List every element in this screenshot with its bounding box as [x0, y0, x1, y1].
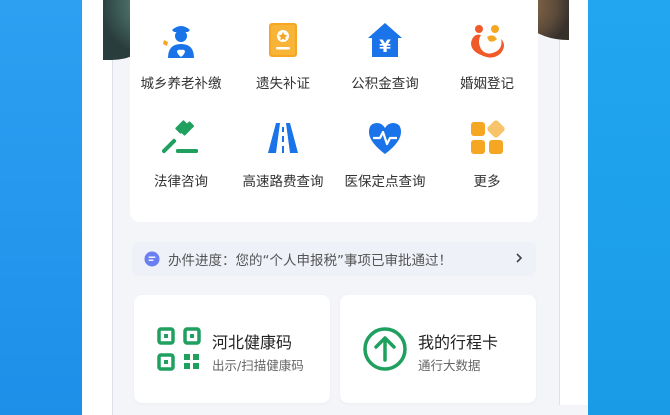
health-code-card[interactable]: 河北健康码 出示/扫描健康码 — [134, 295, 330, 403]
service-highway-toll[interactable]: 高速路费查询 — [232, 118, 334, 190]
service-housing-fund[interactable]: ¥ 公积金查询 — [334, 20, 436, 92]
marriage-registration-icon — [467, 20, 507, 60]
card-title: 河北健康码 — [212, 333, 293, 352]
service-medical-insurance[interactable]: 医保定点查询 — [334, 118, 436, 190]
arrow-up-circle-icon — [363, 327, 407, 371]
notice-text: 办件进度：您的“个人申报税”事项已审批通过！ — [168, 253, 452, 269]
housing-fund-icon: ¥ — [365, 20, 405, 60]
service-legal-consultation[interactable]: 法律咨询 — [130, 118, 232, 190]
services-card: 城乡养老补缴 遗失补证 ¥ 公积金查询 婚姻登记 法律咨询 高速路费查询 医保定… — [130, 0, 538, 222]
bottom-strip — [143, 405, 588, 415]
service-lost-certificate[interactable]: 遗失补证 — [232, 20, 334, 92]
phone-frame: 城乡养老补缴 遗失补证 ¥ 公积金查询 婚姻登记 法律咨询 高速路费查询 医保定… — [82, 0, 588, 415]
qr-code-icon — [157, 327, 201, 371]
legal-gavel-icon — [161, 118, 201, 158]
services-grid: 城乡养老补缴 遗失补证 ¥ 公积金查询 婚姻登记 法律咨询 高速路费查询 医保定… — [130, 20, 538, 190]
service-label: 法律咨询 — [154, 174, 208, 190]
service-marriage-registration[interactable]: 婚姻登记 — [436, 20, 538, 92]
card-title: 我的行程卡 — [418, 333, 499, 352]
message-icon — [144, 251, 160, 267]
lost-certificate-icon — [263, 20, 303, 60]
service-label: 遗失补证 — [256, 76, 310, 92]
service-elderly-pension[interactable]: 城乡养老补缴 — [130, 20, 232, 92]
service-label: 公积金查询 — [351, 76, 419, 92]
travel-card[interactable]: 我的行程卡 通行大数据 — [340, 295, 536, 403]
background-right — [588, 0, 670, 415]
medical-heart-icon — [365, 118, 405, 158]
card-subtitle: 出示/扫描健康码 — [212, 358, 304, 373]
service-label: 更多 — [473, 174, 501, 190]
service-more[interactable]: 更多 — [436, 118, 538, 190]
service-label: 高速路费查询 — [242, 174, 324, 190]
elderly-care-icon — [161, 20, 201, 60]
svg-text:¥: ¥ — [379, 37, 391, 57]
service-label: 医保定点查询 — [344, 174, 426, 190]
chevron-right-icon — [516, 253, 523, 263]
service-label: 城乡养老补缴 — [140, 76, 222, 92]
background-left — [0, 0, 82, 415]
card-subtitle: 通行大数据 — [418, 358, 481, 373]
highway-icon — [263, 118, 303, 158]
progress-notice[interactable]: 办件进度：您的“个人申报税”事项已审批通过！ — [132, 242, 536, 276]
more-grid-icon — [467, 118, 507, 158]
service-label: 婚姻登记 — [460, 76, 514, 92]
